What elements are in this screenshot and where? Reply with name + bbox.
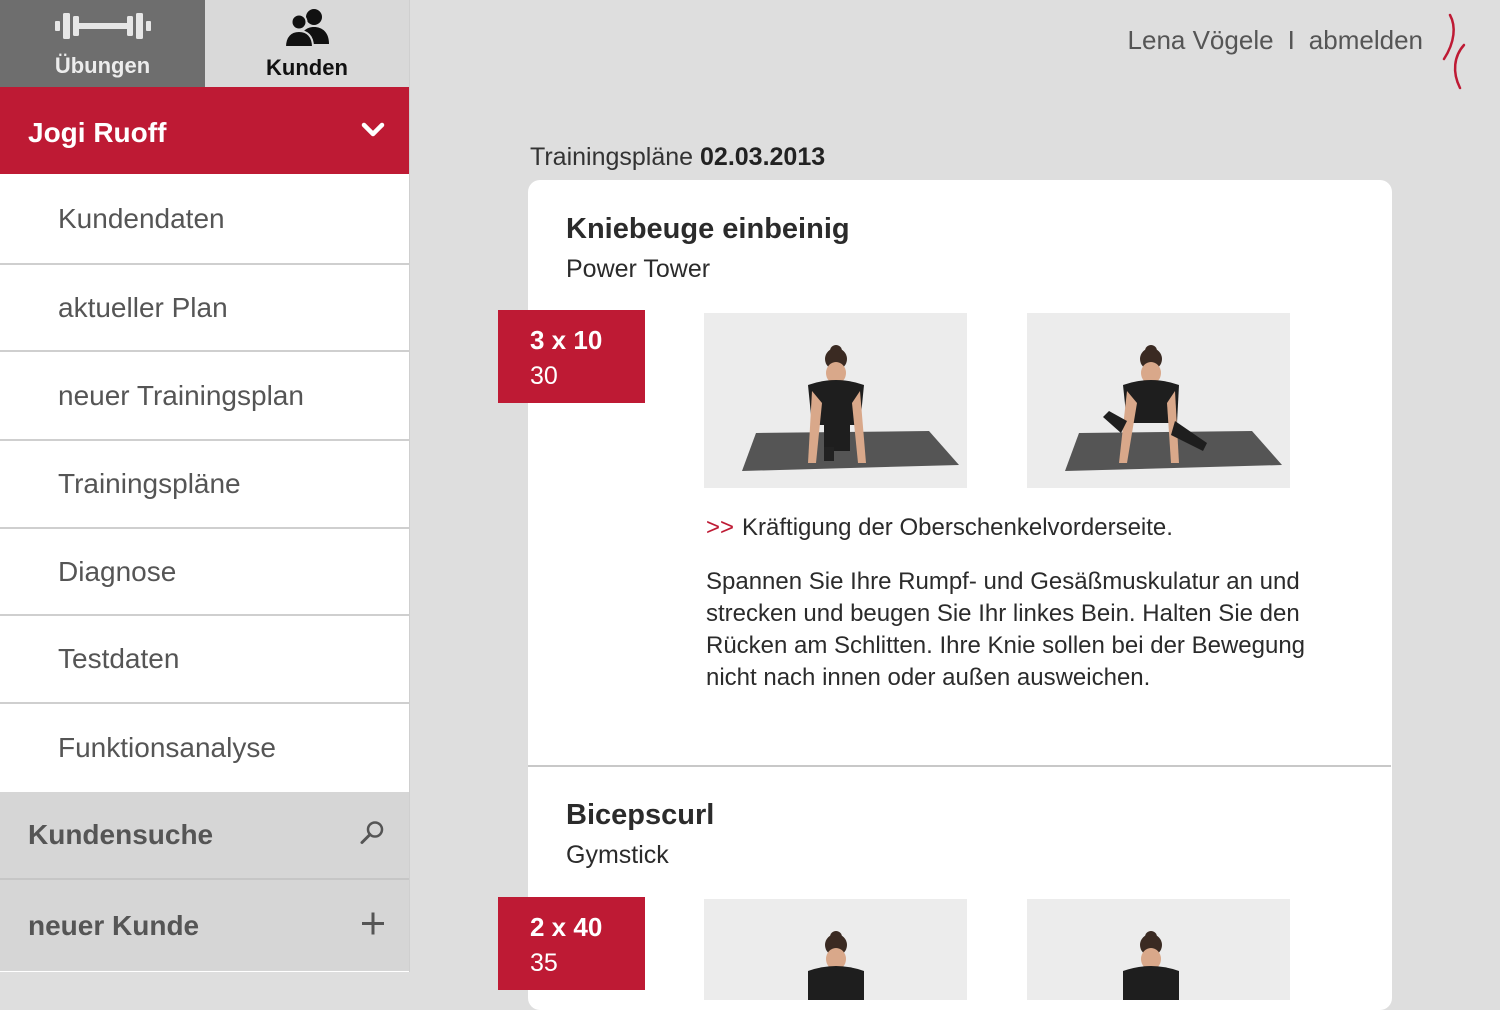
search-icon — [359, 820, 385, 851]
tab-kunden[interactable]: Kunden — [205, 0, 409, 87]
sets-reps-badge: 2 x 40 35 — [498, 897, 645, 990]
tab-kunden-label: Kunden — [266, 55, 348, 80]
page-title-date: 02.03.2013 — [700, 143, 826, 171]
user-bar: Lena Vögele Iabmelden — [1128, 25, 1423, 56]
sidebar-item-trainingsplaene[interactable]: Trainingspläne — [0, 441, 409, 529]
new-client-button[interactable]: neuer Kunde — [0, 880, 409, 971]
client-selector[interactable]: Jogi Ruoff — [0, 87, 409, 174]
exercise-photo-end — [1027, 313, 1290, 488]
sidebar-item-testdaten[interactable]: Testdaten — [0, 616, 409, 704]
page-title-prefix: Trainingspläne — [530, 143, 694, 171]
sidebar-item-label: Diagnose — [58, 555, 177, 587]
sidebar-item-aktueller-plan[interactable]: aktueller Plan — [0, 265, 409, 352]
tab-uebungen-label: Übungen — [54, 53, 151, 78]
plus-icon — [361, 911, 385, 940]
dumbbell-icon — [53, 10, 153, 47]
sidebar-item-neuer-trainingsplan[interactable]: neuer Trainingsplan — [0, 352, 409, 441]
sidebar-item-kundendaten[interactable]: Kundendaten — [0, 174, 409, 265]
sidebar-item-label: Funktionsanalyse — [58, 732, 276, 763]
exercise-description: Spannen Sie Ihre Rumpf- und Gesäßmuskula… — [706, 568, 1306, 691]
users-icon — [283, 8, 330, 53]
sidebar-item-diagnose[interactable]: Diagnose — [0, 529, 409, 616]
exercise-photo-end — [1027, 899, 1290, 1000]
exercise-device: Power Tower — [566, 255, 711, 283]
client-name: Jogi Ruoff — [28, 117, 167, 148]
weight-value: 30 — [530, 362, 558, 390]
exercise-photo-start — [704, 899, 967, 1000]
client-search-button[interactable]: Kundensuche — [0, 792, 409, 880]
sidebar-item-label: Kundendaten — [58, 202, 225, 234]
weight-value: 35 — [530, 949, 558, 977]
sets-reps: 3 x 10 — [530, 325, 603, 355]
exercise-divider — [528, 765, 1391, 767]
user-name: Lena Vögele — [1127, 25, 1274, 55]
sidebar-item-label: Trainingspläne — [58, 468, 241, 499]
exercise-photo-start — [704, 313, 967, 488]
tab-uebungen[interactable]: Übungen — [0, 0, 205, 87]
sidebar-item-label: Testdaten — [58, 643, 180, 674]
client-search-label: Kundensuche — [28, 819, 214, 850]
goal-text: Kräftigung der Oberschenkelvorderseite. — [742, 514, 1173, 541]
logo-icon — [1440, 12, 1470, 97]
exercise-name: Bicepscurl — [566, 799, 715, 831]
page-title: Trainingspläne 02.03.2013 — [530, 143, 825, 172]
exercise-goal: >> Kräftigung der Oberschenkelvorderseite… — [706, 514, 1173, 542]
goal-marker: >> — [706, 514, 735, 541]
sets-reps: 2 x 40 — [530, 912, 603, 942]
sidebar-item-funktionsanalyse[interactable]: Funktionsanalyse — [0, 704, 409, 792]
exercise-name: Kniebeuge einbeinig — [566, 213, 850, 245]
new-client-label: neuer Kunde — [28, 909, 200, 941]
sidebar-item-label: neuer Trainingsplan — [58, 379, 304, 411]
chevron-down-icon[interactable] — [361, 121, 385, 144]
sets-reps-badge: 3 x 10 30 — [498, 310, 645, 403]
sidebar-item-label: aktueller Plan — [58, 291, 228, 323]
sidebar: Übungen Kunden Jogi Ruoff Kundendaten ak… — [0, 0, 410, 972]
logout-link[interactable]: abmelden — [1309, 25, 1423, 55]
user-bar-separator: I — [1287, 25, 1295, 55]
exercise-device: Gymstick — [566, 841, 669, 869]
main-tabs: Übungen Kunden — [0, 0, 409, 87]
